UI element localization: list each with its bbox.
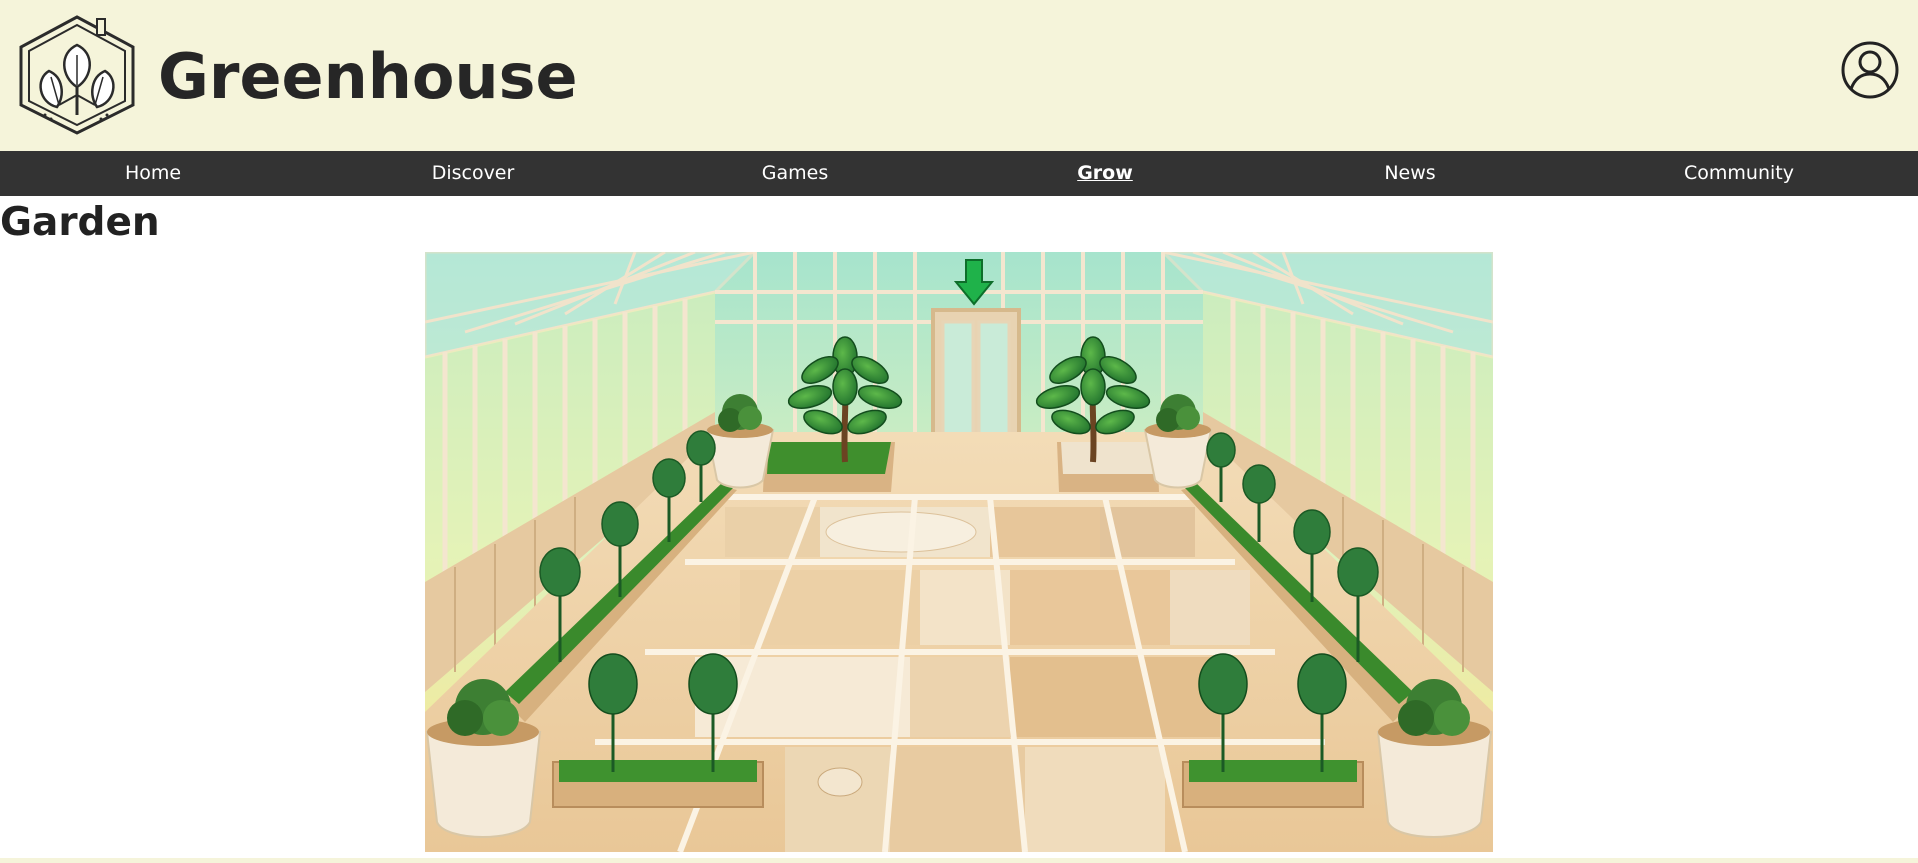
page-title: Garden	[0, 200, 160, 245]
nav-item-discover[interactable]: Discover	[432, 151, 515, 196]
greenhouse-garden-scene	[425, 252, 1493, 852]
nav-item-games[interactable]: Games	[762, 151, 828, 196]
main-nav: Home Discover Games Grow News Community	[0, 151, 1918, 196]
leaf-house-logo-icon[interactable]	[15, 15, 139, 135]
site-title: Greenhouse	[158, 40, 578, 113]
raised-bed-back-right	[1057, 442, 1159, 492]
nav-item-news[interactable]: News	[1384, 151, 1435, 196]
site-header: Greenhouse	[0, 0, 1918, 151]
nav-item-community[interactable]: Community	[1684, 151, 1794, 196]
nav-item-grow[interactable]: Grow	[1077, 151, 1133, 196]
raised-bed-back-left	[763, 442, 895, 492]
nav-item-home[interactable]: Home	[125, 151, 181, 196]
footer-strip	[0, 858, 1918, 863]
user-avatar-icon[interactable]	[1840, 40, 1900, 100]
